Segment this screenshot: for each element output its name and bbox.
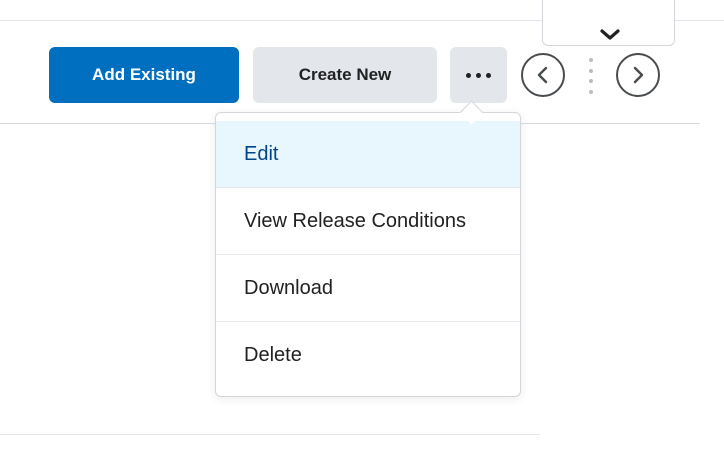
vertical-separator (588, 58, 594, 94)
menu-item-view-release-conditions[interactable]: View Release Conditions (216, 188, 520, 255)
more-options-button[interactable] (450, 47, 507, 103)
chevron-left-icon (537, 66, 548, 84)
menu-item-edit[interactable]: Edit (216, 121, 520, 188)
more-horizontal-icon-dot (486, 72, 491, 78)
previous-button[interactable] (521, 53, 565, 97)
create-new-button[interactable]: Create New (253, 47, 437, 103)
chevron-down-icon (600, 29, 620, 40)
next-button[interactable] (616, 53, 660, 97)
chevron-right-icon (633, 66, 644, 84)
menu-item-delete[interactable]: Delete (216, 322, 520, 389)
content-divider (0, 434, 540, 435)
page: Add Existing Create New Edit View Releas… (0, 0, 724, 463)
more-horizontal-icon (466, 72, 471, 78)
dropdown-menu: Edit View Release Conditions Download De… (215, 112, 521, 397)
more-horizontal-icon-dot (476, 72, 481, 78)
menu-item-download[interactable]: Download (216, 255, 520, 322)
add-existing-button[interactable]: Add Existing (49, 47, 239, 103)
collapse-tab[interactable] (542, 0, 675, 46)
